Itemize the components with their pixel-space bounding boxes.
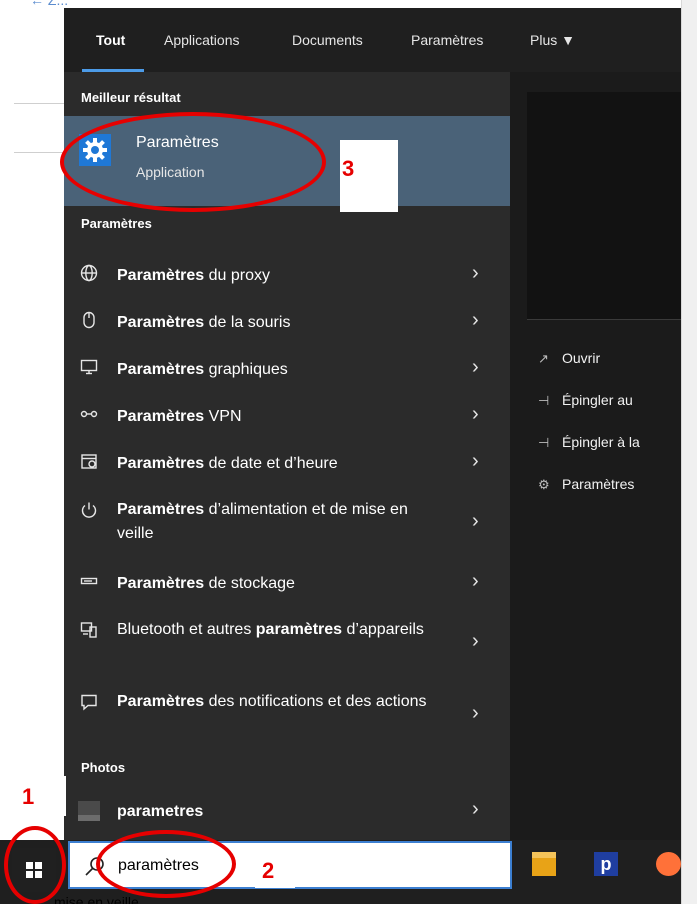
row-bold: Paramètres	[117, 314, 205, 331]
chevron-right-icon: ›	[472, 570, 479, 592]
best-match-heading: Meilleur résultat	[81, 90, 181, 105]
screenshot: ← Z... Tout Applications Documents Param…	[0, 0, 697, 904]
row-bold: Paramètres	[117, 267, 205, 284]
chevron-right-icon: ›	[472, 262, 479, 284]
gear-icon: ⚙	[538, 477, 550, 492]
annotation-box	[255, 852, 295, 888]
action-label: Paramètres	[562, 476, 635, 492]
firefox-icon[interactable]	[656, 852, 681, 876]
row-label: d’appareils	[342, 621, 424, 638]
row-bold: Paramètres	[117, 361, 205, 378]
settings-row-notifications[interactable]: Paramètres des notifications et des acti…	[64, 680, 510, 752]
settings-row-power[interactable]: Paramètres d’alimentation et de mise en …	[64, 488, 510, 560]
notification-icon	[78, 693, 100, 715]
chevron-right-icon: ›	[472, 510, 479, 532]
chevron-right-icon: ›	[472, 403, 479, 425]
annotation-circle	[60, 112, 326, 212]
settings-heading: Paramètres	[81, 216, 152, 231]
photos-row-parametres[interactable]: parametres ›	[64, 788, 510, 836]
row-label: des notifications et des actions	[204, 693, 427, 710]
photo-thumbnail-icon	[78, 801, 100, 821]
action-pin-taskbar[interactable]: ⊣ Épingler au	[538, 392, 681, 412]
monitor-icon	[78, 358, 100, 380]
action-app-settings[interactable]: ⚙ Paramètres	[538, 476, 681, 496]
row-label: VPN	[204, 408, 242, 425]
search-tabs: Tout Applications Documents Paramètres P…	[64, 8, 681, 72]
power-icon	[78, 501, 100, 523]
back-link[interactable]: ← Z...	[30, 0, 68, 8]
action-label: Épingler à la	[562, 434, 640, 450]
chevron-right-icon: ›	[472, 309, 479, 331]
chevron-right-icon: ›	[472, 630, 479, 652]
devices-icon	[78, 621, 100, 643]
chevron-right-icon: ›	[472, 450, 479, 472]
pin-icon: ⊣	[538, 393, 550, 408]
action-open[interactable]: ↗ Ouvrir	[538, 350, 681, 370]
divider	[14, 103, 64, 104]
tab-parametres[interactable]: Paramètres	[411, 32, 483, 48]
annotation-number: 3	[342, 156, 355, 181]
tab-applications[interactable]: Applications	[164, 32, 240, 48]
vpn-icon	[78, 405, 100, 427]
pin-icon: ⊣	[538, 435, 550, 450]
row-prefix: Bluetooth et autres	[117, 621, 256, 638]
row-label: de stockage	[204, 575, 295, 592]
settings-row-proxy[interactable]: Paramètres du proxy ›	[64, 252, 510, 300]
mouse-icon	[78, 311, 100, 333]
behind-text: mise en veille	[54, 894, 139, 904]
row-bold: Paramètres	[117, 408, 205, 425]
divider	[14, 152, 64, 153]
chevron-right-icon: ›	[472, 798, 479, 820]
settings-row-vpn[interactable]: Paramètres VPN ›	[64, 394, 510, 440]
app-p-icon[interactable]: p	[594, 852, 618, 876]
scrollbar[interactable]	[681, 0, 697, 904]
row-label: du proxy	[204, 267, 270, 284]
calendar-icon	[78, 452, 100, 474]
settings-row-date-time[interactable]: Paramètres de date et d’heure ›	[64, 440, 510, 488]
settings-row-storage[interactable]: Paramètres de stockage ›	[64, 560, 510, 608]
row-label: graphiques	[204, 361, 288, 378]
action-label: Épingler au	[562, 392, 633, 408]
photos-heading: Photos	[81, 760, 126, 775]
photos-row-label: parametres	[117, 803, 204, 820]
settings-row-graphics[interactable]: Paramètres graphiques ›	[64, 346, 510, 394]
globe-icon	[78, 264, 100, 286]
row-bold: Paramètres	[117, 575, 205, 592]
row-bold: Paramètres	[117, 455, 205, 472]
tab-tout[interactable]: Tout	[96, 32, 125, 48]
app-preview	[527, 92, 681, 320]
annotation-number: 2	[262, 858, 275, 883]
annotation-circle	[96, 830, 236, 898]
row-label: de date et d’heure	[204, 455, 338, 472]
storage-icon	[78, 572, 100, 594]
open-icon: ↗	[538, 351, 549, 366]
row-bold: Paramètres	[117, 501, 205, 518]
annotation-number: 1	[22, 784, 35, 809]
row-bold: Paramètres	[117, 693, 205, 710]
settings-row-devices[interactable]: Bluetooth et autres paramètres d’apparei…	[64, 608, 510, 680]
tab-plus[interactable]: Plus ▼	[530, 32, 575, 48]
action-pin-start[interactable]: ⊣ Épingler à la	[538, 434, 681, 454]
preview-pane: ↗ Ouvrir ⊣ Épingler au ⊣ Épingler à la ⚙ Par…	[510, 72, 681, 840]
chevron-right-icon: ›	[472, 356, 479, 378]
chevron-right-icon: ›	[472, 702, 479, 724]
settings-row-mouse[interactable]: Paramètres de la souris ›	[64, 300, 510, 346]
row-bold: paramètres	[255, 621, 343, 638]
tab-documents[interactable]: Documents	[292, 32, 363, 48]
annotation-circle	[4, 826, 66, 904]
file-explorer-icon[interactable]	[532, 852, 556, 876]
row-label: de la souris	[204, 314, 291, 331]
action-label: Ouvrir	[562, 350, 601, 366]
